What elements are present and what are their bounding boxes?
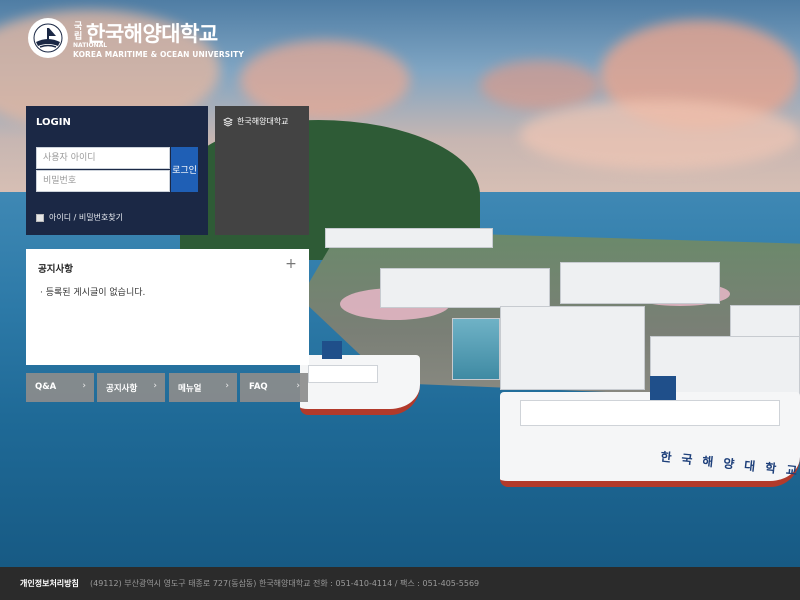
university-logo[interactable]: 국립 한국해양대학교 NATIONAL KOREA MARITIME & OCE… [26, 16, 244, 66]
logo-english-name: KOREA MARITIME & OCEAN UNIVERSITY [73, 50, 244, 59]
footer: 개인정보처리방침 (49112) 부산광역시 영도구 태종로 727(동삼동) … [0, 567, 800, 600]
campus-building [730, 305, 800, 337]
plus-icon[interactable]: + [284, 257, 298, 271]
footer-address: (49112) 부산광역시 영도구 태종로 727(동삼동) 한국해양대학교 전… [90, 579, 480, 588]
university-emblem-icon [28, 18, 68, 58]
site-link-kmou[interactable]: 한국해양대학교 [223, 116, 289, 127]
quick-link-notice[interactable]: 공지사항 › [97, 373, 165, 402]
user-id-input[interactable] [36, 147, 170, 169]
square-icon [36, 213, 44, 222]
quick-link-manual[interactable]: 메뉴얼 › [169, 373, 237, 402]
chevron-right-icon: › [296, 381, 300, 391]
password-input[interactable] [36, 170, 170, 192]
quick-link-faq[interactable]: FAQ › [240, 373, 308, 402]
find-id-password-link[interactable]: 아이디 / 비밀번호찾기 [36, 212, 123, 223]
quick-link-qna[interactable]: Q&A › [26, 373, 94, 402]
campus-building [560, 262, 720, 304]
quick-link-label: FAQ [249, 382, 268, 392]
cloud [520, 100, 800, 170]
chevron-right-icon: › [82, 381, 86, 391]
site-link-label: 한국해양대학교 [237, 117, 289, 126]
chevron-right-icon: › [225, 381, 229, 391]
layers-icon [223, 116, 233, 127]
cloud [480, 60, 600, 110]
campus-building [325, 228, 493, 248]
login-title: LOGIN [36, 117, 71, 128]
notice-panel: 공지사항 + · 등록된 게시글이 없습니다. [26, 249, 309, 365]
login-button[interactable]: 로그인 [171, 147, 198, 192]
site-panel: 한국해양대학교 [215, 106, 309, 235]
find-id-password-label: 아이디 / 비밀번호찾기 [49, 213, 124, 222]
logo-prefix: 국립 [74, 22, 83, 42]
logo-national: NATIONAL [73, 42, 108, 49]
quick-link-label: 메뉴얼 [178, 384, 202, 394]
campus-building [500, 306, 645, 390]
campus-building [380, 268, 550, 308]
notice-title: 공지사항 [38, 264, 73, 275]
chevron-right-icon: › [153, 381, 157, 391]
campus-building [452, 318, 500, 380]
privacy-policy-link[interactable]: 개인정보처리방침 [20, 578, 79, 589]
notice-empty-message: · 등록된 게시글이 없습니다. [40, 288, 146, 298]
login-panel: LOGIN 로그인 아이디 / 비밀번호찾기 [26, 106, 208, 235]
quick-link-label: Q&A [35, 382, 57, 392]
training-ship [300, 341, 420, 415]
quick-link-label: 공지사항 [106, 384, 138, 394]
